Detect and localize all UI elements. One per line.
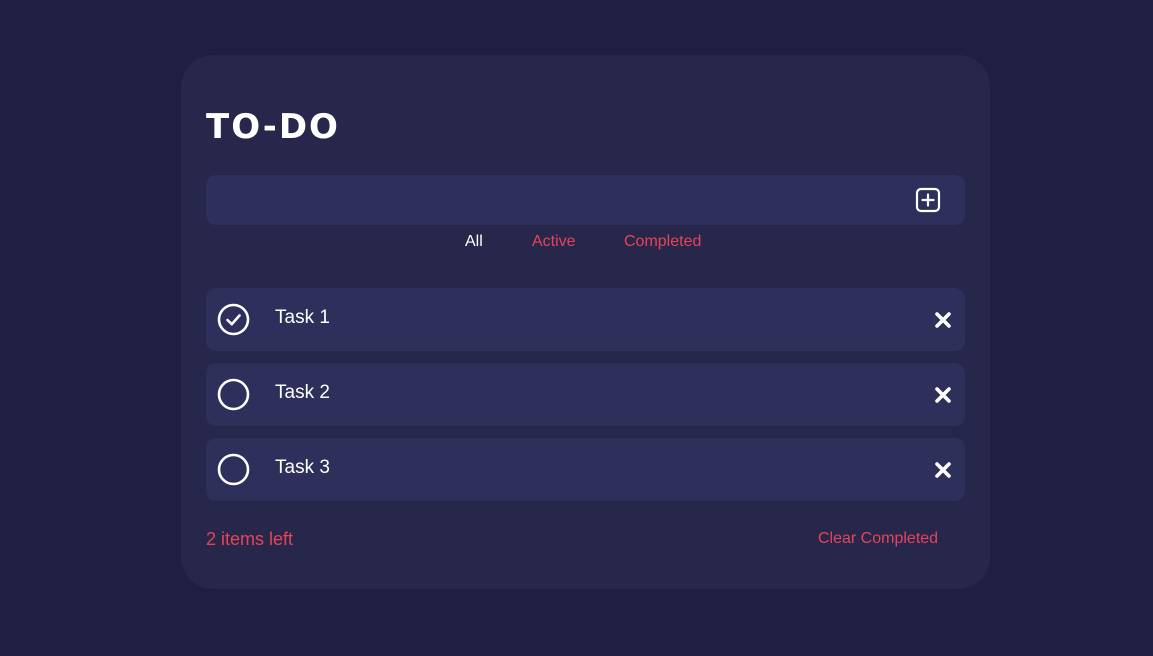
task-toggle[interactable] — [217, 378, 250, 411]
clear-completed-button[interactable]: Clear Completed — [818, 530, 938, 548]
circle-icon — [217, 453, 250, 486]
task-toggle[interactable] — [217, 303, 250, 336]
new-task-row — [206, 175, 965, 225]
add-task-button[interactable] — [915, 187, 941, 213]
todo-card: TO-DO All Active Completed Task 1 Task 2… — [181, 55, 990, 589]
task-item: Task 3 — [206, 438, 965, 501]
task-toggle[interactable] — [217, 453, 250, 486]
circle-icon — [217, 378, 250, 411]
task-label: Task 3 — [275, 457, 330, 478]
filter-active[interactable]: Active — [532, 233, 576, 251]
filter-all[interactable]: All — [465, 233, 483, 251]
task-label: Task 2 — [275, 382, 330, 403]
close-icon — [935, 387, 951, 403]
filter-completed[interactable]: Completed — [624, 233, 701, 251]
delete-task-button[interactable] — [933, 310, 953, 330]
app-title: TO-DO — [206, 107, 340, 147]
filter-bar: All Active Completed — [181, 233, 990, 257]
check-circle-icon — [217, 303, 250, 336]
delete-task-button[interactable] — [933, 385, 953, 405]
task-label: Task 1 — [275, 307, 330, 328]
plus-square-icon — [915, 187, 941, 213]
close-icon — [935, 462, 951, 478]
delete-task-button[interactable] — [933, 460, 953, 480]
task-item: Task 1 — [206, 288, 965, 351]
close-icon — [935, 312, 951, 328]
new-task-input[interactable] — [206, 175, 896, 225]
task-item: Task 2 — [206, 363, 965, 426]
items-left-count: 2 items left — [206, 529, 294, 549]
